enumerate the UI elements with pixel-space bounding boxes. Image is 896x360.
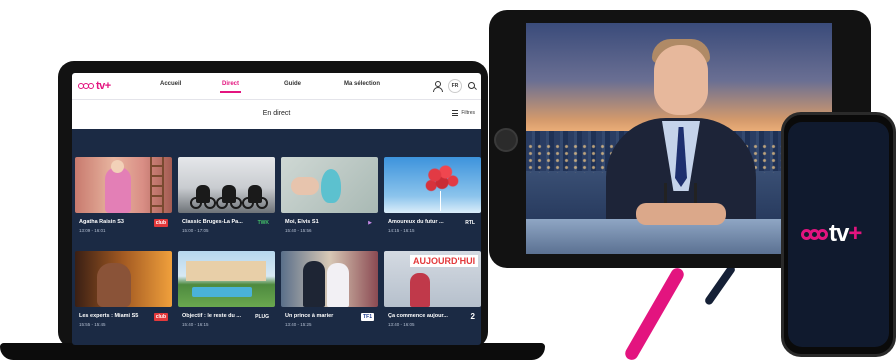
- channel-logo: club: [153, 313, 168, 321]
- program-title: Agatha Raisin S3: [79, 219, 124, 225]
- program-card[interactable]: Classic Bruges-La Pa... 15:00 - 17:05 TW…: [178, 157, 275, 243]
- program-thumbnail: [75, 251, 172, 307]
- nav-item-accueil[interactable]: Accueil: [160, 81, 181, 87]
- program-time: 13:40 - 16:05: [388, 322, 415, 327]
- language-switch[interactable]: FR: [448, 79, 462, 93]
- channel-logo: TF1: [361, 313, 374, 321]
- laptop-base: [0, 343, 545, 360]
- program-time: 14:15 - 16:15: [388, 228, 415, 233]
- program-title: Objectif : le reste du ...: [182, 313, 241, 319]
- live-channels-grid: Agatha Raisin S3 13:09 - 16:01 club Clas…: [75, 157, 481, 337]
- user-icon[interactable]: [432, 80, 443, 92]
- brand-logo[interactable]: tv+: [78, 80, 111, 92]
- program-title: Ça commence aujour...: [388, 313, 448, 319]
- nav-right-tools: FR: [432, 79, 477, 93]
- channel-logo: ▶: [368, 220, 372, 226]
- logo-rings-icon: [78, 83, 94, 89]
- page-title: En direct: [262, 110, 291, 117]
- program-thumbnail: AUJOURD'HUI: [384, 251, 481, 307]
- nav-item-guide[interactable]: Guide: [284, 81, 301, 87]
- channel-logo: RTL: [465, 220, 475, 226]
- top-navigation: tv+ Accueil Direct Guide Ma sélection FR: [72, 73, 481, 100]
- program-time: 15:00 - 17:05: [182, 228, 209, 233]
- program-title: Les experts : Miami S5: [79, 313, 139, 319]
- program-time: 15:40 - 16:15: [182, 322, 209, 327]
- program-card[interactable]: AUJOURD'HUI Ça commence aujour... 13:40 …: [384, 251, 481, 337]
- program-card[interactable]: Les experts : Miami S5 15:55 - 15:45 clu…: [75, 251, 172, 337]
- program-card[interactable]: Moi, Elvis S1 15:40 - 15:56 ▶: [281, 157, 378, 243]
- program-card[interactable]: Amoureux du futur ... 14:15 - 16:15 RTL: [384, 157, 481, 243]
- tablet-camera: [494, 128, 518, 152]
- decorative-pink-stroke: [622, 265, 687, 360]
- program-thumbnail: [384, 157, 481, 213]
- phone-brand-logo-text: tv+: [829, 220, 862, 247]
- brand-logo-text: tv+: [96, 80, 111, 92]
- logo-rings-icon: [801, 228, 828, 240]
- program-title: Amoureux du futur ...: [388, 219, 444, 225]
- channel-logo: 2: [470, 312, 475, 321]
- program-time: 15:40 - 15:56: [285, 228, 312, 233]
- program-thumbnail: [281, 251, 378, 307]
- program-time: 13:09 - 16:01: [79, 228, 106, 233]
- program-title: Moi, Elvis S1: [285, 219, 319, 225]
- nav-item-ma-selection[interactable]: Ma sélection: [344, 81, 380, 87]
- program-thumbnail: [281, 157, 378, 213]
- program-time: 15:55 - 15:45: [79, 322, 106, 327]
- program-time: 13:40 - 15:25: [285, 322, 312, 327]
- program-thumbnail: [75, 157, 172, 213]
- decorative-navy-stroke: [703, 263, 737, 307]
- channel-logo: club: [153, 219, 168, 227]
- live-subheader: En direct Filtres: [72, 100, 481, 129]
- program-card[interactable]: Un prince à marier 13:40 - 15:25 TF1: [281, 251, 378, 337]
- filters-button[interactable]: Filtres: [452, 110, 475, 116]
- filters-label: Filtres: [461, 110, 475, 116]
- program-thumbnail: [178, 157, 275, 213]
- program-card[interactable]: Agatha Raisin S3 13:09 - 16:01 club: [75, 157, 172, 243]
- program-title: Classic Bruges-La Pa...: [182, 219, 243, 225]
- sliders-icon: [452, 110, 459, 116]
- program-thumbnail: [178, 251, 275, 307]
- phone-brand-logo: tv+: [801, 220, 862, 247]
- program-card[interactable]: Objectif : le reste du ... 15:40 - 16:15…: [178, 251, 275, 337]
- channel-logo: PLUG: [255, 314, 269, 320]
- channel-logo: TWK: [257, 220, 269, 226]
- search-icon[interactable]: [468, 81, 477, 91]
- laptop-screen: tv+ Accueil Direct Guide Ma sélection FR…: [72, 73, 481, 345]
- nav-item-direct[interactable]: Direct: [219, 81, 242, 93]
- program-title: Un prince à marier: [285, 313, 334, 319]
